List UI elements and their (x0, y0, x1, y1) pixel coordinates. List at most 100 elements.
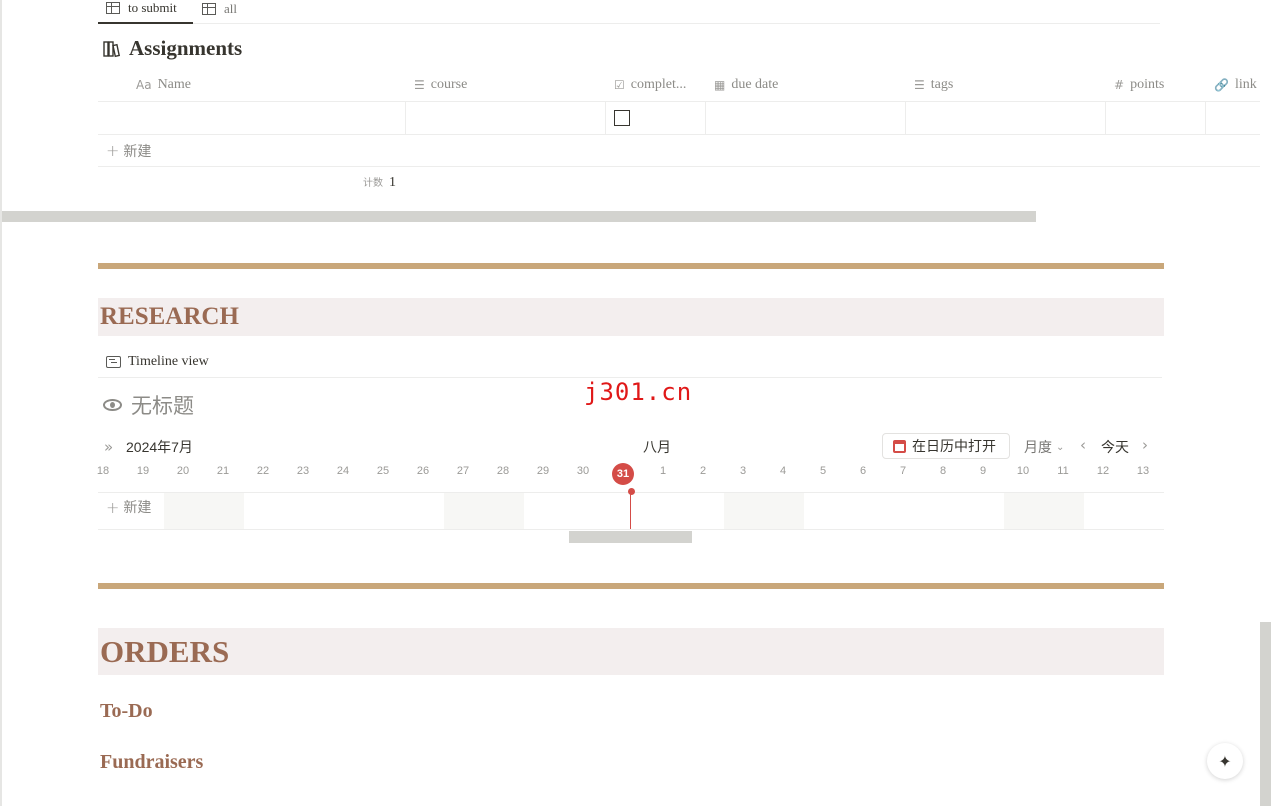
weekend-band (1004, 493, 1084, 529)
timeline-day-label: 28 (496, 465, 510, 477)
assignments-title-text: Assignments (129, 36, 243, 60)
timeline-day-label: 22 (256, 465, 270, 477)
column-label: Name (157, 77, 191, 92)
timeline-month-left: 2024年7月 (126, 439, 193, 455)
column-header-tags[interactable]: ☰ tags (906, 68, 1106, 102)
count-value: 1 (389, 175, 396, 190)
chevron-left-icon[interactable]: ‹ (1080, 436, 1086, 454)
timeline-day-label: 6 (859, 465, 867, 477)
cell-points[interactable] (1106, 102, 1206, 135)
section-divider (98, 583, 1164, 589)
timeline-scrollbar[interactable] (569, 531, 692, 543)
untitled-database-title[interactable]: 无标题 (103, 390, 194, 420)
completed-checkbox[interactable] (614, 110, 630, 126)
cell-course[interactable] (406, 102, 606, 135)
bookshelf-icon (103, 40, 121, 57)
column-header-points[interactable]: # points (1106, 68, 1206, 102)
expand-sidebar-icon[interactable]: » (104, 438, 113, 456)
timeline-day-label: 26 (416, 465, 430, 477)
tab-label: to submit (128, 0, 177, 15)
timeline-day-label: 19 (136, 465, 150, 477)
timeline-scale-dropdown[interactable]: 月度 ⌄ (1024, 437, 1064, 457)
number-property-icon: # (1114, 78, 1125, 92)
timeline-day-label: 20 (176, 465, 190, 477)
plus-icon: + (106, 497, 120, 517)
column-header-course[interactable]: ☰ course (406, 68, 606, 102)
tab-to-submit[interactable]: to submit (98, 0, 193, 24)
today-marker (628, 488, 635, 495)
timeline-day-label: 2 (699, 465, 707, 477)
calendar-property-icon: ▦ (714, 78, 726, 92)
vertical-scrollbar[interactable] (1260, 622, 1271, 806)
timeline-day-label: 29 (536, 465, 550, 477)
timeline-day-label: 10 (1016, 465, 1030, 477)
column-header-due-date[interactable]: ▦ due date (706, 68, 906, 102)
table-row (98, 102, 1260, 135)
table-icon (106, 2, 120, 14)
timeline-day-label: 12 (1096, 465, 1110, 477)
tab-all[interactable]: all (202, 0, 237, 24)
open-calendar-label: 在日历中打开 (912, 438, 996, 454)
timeline-day-label: 4 (779, 465, 787, 477)
timeline-day-label: 24 (336, 465, 350, 477)
page-left-edge (0, 0, 2, 806)
today-date-badge: 31 (612, 463, 634, 485)
cell-due-date[interactable] (706, 102, 906, 135)
plus-icon: + (106, 141, 120, 160)
timeline-day-label: 21 (216, 465, 230, 477)
cell-link[interactable] (1206, 102, 1260, 135)
column-label: tags (930, 77, 954, 92)
scale-label: 月度 (1024, 439, 1052, 455)
list-property-icon: ☰ (914, 78, 925, 92)
timeline-body[interactable] (98, 492, 1164, 530)
timeline-day-label: 11 (1057, 465, 1069, 477)
timeline-day-label: 5 (819, 465, 827, 477)
assignments-title[interactable]: Assignments (103, 36, 242, 61)
today-line (630, 493, 631, 529)
text-property-icon: Aa (136, 78, 152, 92)
timeline-day-label: 8 (939, 465, 947, 477)
column-label: complet... (630, 77, 687, 92)
timeline-new-button[interactable]: + 新建 (106, 497, 151, 517)
count-label: 计数 (363, 178, 383, 189)
timeline-view-label: Timeline view (128, 354, 209, 369)
timeline-day-label: 23 (296, 465, 310, 477)
cell-name[interactable] (98, 102, 406, 135)
column-header-link[interactable]: 🔗 link (1206, 68, 1260, 102)
timeline-day-label: 13 (1136, 465, 1150, 477)
section-divider (98, 263, 1164, 269)
todo-subheading: To-Do (100, 700, 153, 722)
column-header-name[interactable]: Aa Name (128, 68, 408, 102)
open-in-calendar-button[interactable]: 在日历中打开 (882, 433, 1010, 459)
column-label: points (1130, 77, 1165, 92)
timeline-day-label: 18 (96, 465, 110, 477)
table-icon (202, 3, 216, 15)
timeline-day-label: 25 (376, 465, 390, 477)
research-heading: RESEARCH (98, 298, 1164, 336)
column-label: link (1234, 77, 1257, 92)
eye-icon (103, 399, 122, 411)
cell-tags[interactable] (906, 102, 1106, 135)
tab-label: all (224, 1, 237, 16)
timeline-icon (106, 356, 121, 368)
watermark: j301.cn (584, 378, 693, 406)
sparkle-icon: ✦ (1218, 751, 1232, 771)
timeline-day-label: 30 (576, 465, 590, 477)
today-button[interactable]: 今天 (1101, 437, 1129, 457)
column-label: due date (731, 77, 779, 92)
new-row-button[interactable]: + 新建 (98, 135, 1260, 167)
chevron-down-icon: ⌄ (1056, 441, 1065, 453)
timeline-day-ruler: 18 19 20 21 22 23 24 25 26 27 28 29 30 31 1 2 3 4 5 6 7 8 9 10 1… (97, 463, 1164, 485)
timeline-day-label: 1 (659, 465, 667, 477)
orders-heading-text: ORDERS (100, 633, 230, 669)
ai-assistant-button[interactable]: ✦ (1207, 743, 1243, 779)
column-header-completed[interactable]: ☑ complet... (606, 68, 706, 102)
column-label: course (430, 77, 468, 92)
weekend-band (724, 493, 804, 529)
untitled-text: 无标题 (131, 394, 194, 418)
horizontal-scrollbar[interactable] (2, 211, 1036, 222)
row-count[interactable]: 计数 1 (363, 174, 396, 191)
chevron-right-icon[interactable]: › (1142, 436, 1148, 454)
timeline-view-tab[interactable]: Timeline view (98, 347, 1162, 378)
timeline-day-label: 7 (899, 465, 907, 477)
